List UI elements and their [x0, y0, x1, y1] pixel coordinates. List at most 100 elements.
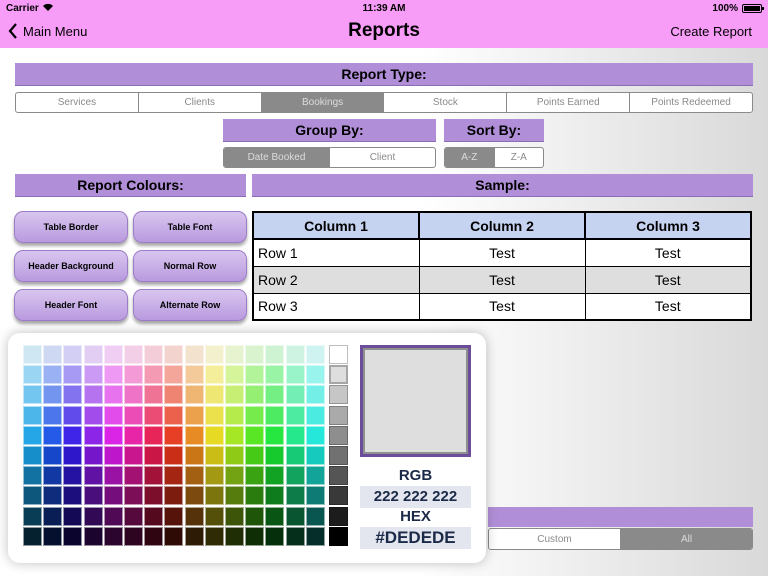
color-swatch[interactable] [103, 385, 123, 405]
color-swatch[interactable] [285, 405, 305, 425]
color-swatch[interactable] [124, 526, 143, 546]
color-swatch[interactable] [265, 486, 285, 506]
color-swatch[interactable] [225, 466, 244, 486]
color-swatch[interactable] [204, 446, 224, 465]
color-swatch[interactable] [83, 526, 103, 546]
create-report-button[interactable]: Create Report [670, 24, 752, 39]
color-swatch[interactable] [305, 345, 325, 364]
color-swatch[interactable] [103, 526, 123, 546]
color-swatch[interactable] [124, 365, 143, 385]
gray-swatch[interactable] [329, 486, 348, 506]
color-swatch[interactable] [265, 425, 285, 445]
color-swatch[interactable] [184, 486, 204, 506]
date-range-custom[interactable]: Custom [489, 529, 621, 549]
color-swatch[interactable] [164, 506, 184, 526]
color-swatch[interactable] [103, 425, 123, 445]
color-swatch[interactable] [204, 385, 224, 405]
color-swatch[interactable] [285, 446, 305, 465]
color-swatch[interactable] [144, 486, 164, 506]
color-swatch[interactable] [164, 425, 184, 445]
color-swatch[interactable] [63, 466, 83, 486]
color-swatch[interactable] [103, 365, 123, 385]
color-swatch[interactable] [144, 365, 164, 385]
color-swatch[interactable] [164, 466, 184, 486]
color-swatch[interactable] [184, 466, 204, 486]
color-swatch[interactable] [43, 486, 63, 506]
color-swatch[interactable] [23, 486, 42, 506]
color-swatch[interactable] [83, 385, 103, 405]
color-swatch[interactable] [265, 526, 285, 546]
color-swatch[interactable] [23, 365, 42, 385]
color-swatch[interactable] [103, 345, 123, 364]
color-swatch[interactable] [43, 466, 63, 486]
gray-swatch[interactable] [329, 345, 348, 364]
gray-swatch[interactable] [329, 365, 348, 385]
color-swatch[interactable] [225, 486, 244, 506]
color-swatch[interactable] [144, 425, 164, 445]
color-swatch[interactable] [245, 526, 265, 546]
color-swatch[interactable] [43, 526, 63, 546]
color-swatch[interactable] [43, 345, 63, 364]
color-swatch[interactable] [245, 486, 265, 506]
color-swatch[interactable] [265, 365, 285, 385]
color-swatch[interactable] [184, 365, 204, 385]
header-background-button[interactable]: Header Background [14, 250, 128, 282]
color-swatch[interactable] [63, 446, 83, 465]
color-swatch[interactable] [23, 526, 42, 546]
color-swatch[interactable] [164, 385, 184, 405]
color-swatch[interactable] [164, 486, 184, 506]
color-swatch[interactable] [124, 345, 143, 364]
color-swatch[interactable] [305, 486, 325, 506]
color-swatch[interactable] [305, 446, 325, 465]
color-swatch[interactable] [265, 506, 285, 526]
color-swatch[interactable] [285, 425, 305, 445]
color-swatch[interactable] [245, 466, 265, 486]
color-swatch[interactable] [204, 345, 224, 364]
color-swatch[interactable] [285, 526, 305, 546]
report-type-points-earned[interactable]: Points Earned [507, 93, 631, 112]
color-swatch[interactable] [83, 405, 103, 425]
color-swatch[interactable] [144, 466, 164, 486]
color-swatch[interactable] [225, 506, 244, 526]
color-swatch[interactable] [285, 506, 305, 526]
color-swatch[interactable] [23, 506, 42, 526]
color-swatch[interactable] [225, 405, 244, 425]
color-swatch[interactable] [103, 486, 123, 506]
report-type-bookings[interactable]: Bookings [261, 93, 385, 112]
color-swatch[interactable] [184, 425, 204, 445]
color-swatch[interactable] [285, 345, 305, 364]
color-swatch[interactable] [305, 385, 325, 405]
report-type-services[interactable]: Services [16, 93, 139, 112]
color-swatch[interactable] [43, 385, 63, 405]
color-swatch[interactable] [124, 506, 143, 526]
color-swatch[interactable] [285, 466, 305, 486]
table-border-button[interactable]: Table Border [14, 211, 128, 243]
color-swatch[interactable] [285, 365, 305, 385]
color-swatch[interactable] [305, 425, 325, 445]
color-swatch[interactable] [43, 446, 63, 465]
color-swatch[interactable] [204, 506, 224, 526]
sort-z-a[interactable]: Z-A [495, 148, 544, 167]
color-swatch[interactable] [245, 405, 265, 425]
color-swatch[interactable] [63, 506, 83, 526]
gray-swatch[interactable] [329, 446, 348, 465]
gray-swatch[interactable] [329, 405, 348, 425]
color-swatch[interactable] [124, 466, 143, 486]
color-swatch[interactable] [184, 405, 204, 425]
color-swatch[interactable] [43, 365, 63, 385]
group-by-date-booked[interactable]: Date Booked [224, 148, 330, 167]
color-swatch[interactable] [245, 446, 265, 465]
color-swatch[interactable] [204, 466, 224, 486]
color-swatch[interactable] [245, 365, 265, 385]
color-swatch[interactable] [144, 405, 164, 425]
color-swatch[interactable] [103, 466, 123, 486]
color-swatch[interactable] [43, 506, 63, 526]
color-swatch[interactable] [144, 385, 164, 405]
color-swatch[interactable] [63, 365, 83, 385]
color-swatch[interactable] [103, 405, 123, 425]
color-swatch[interactable] [225, 526, 244, 546]
color-swatch[interactable] [265, 405, 285, 425]
color-swatch[interactable] [23, 345, 42, 364]
color-swatch[interactable] [164, 446, 184, 465]
color-swatch[interactable] [184, 345, 204, 364]
